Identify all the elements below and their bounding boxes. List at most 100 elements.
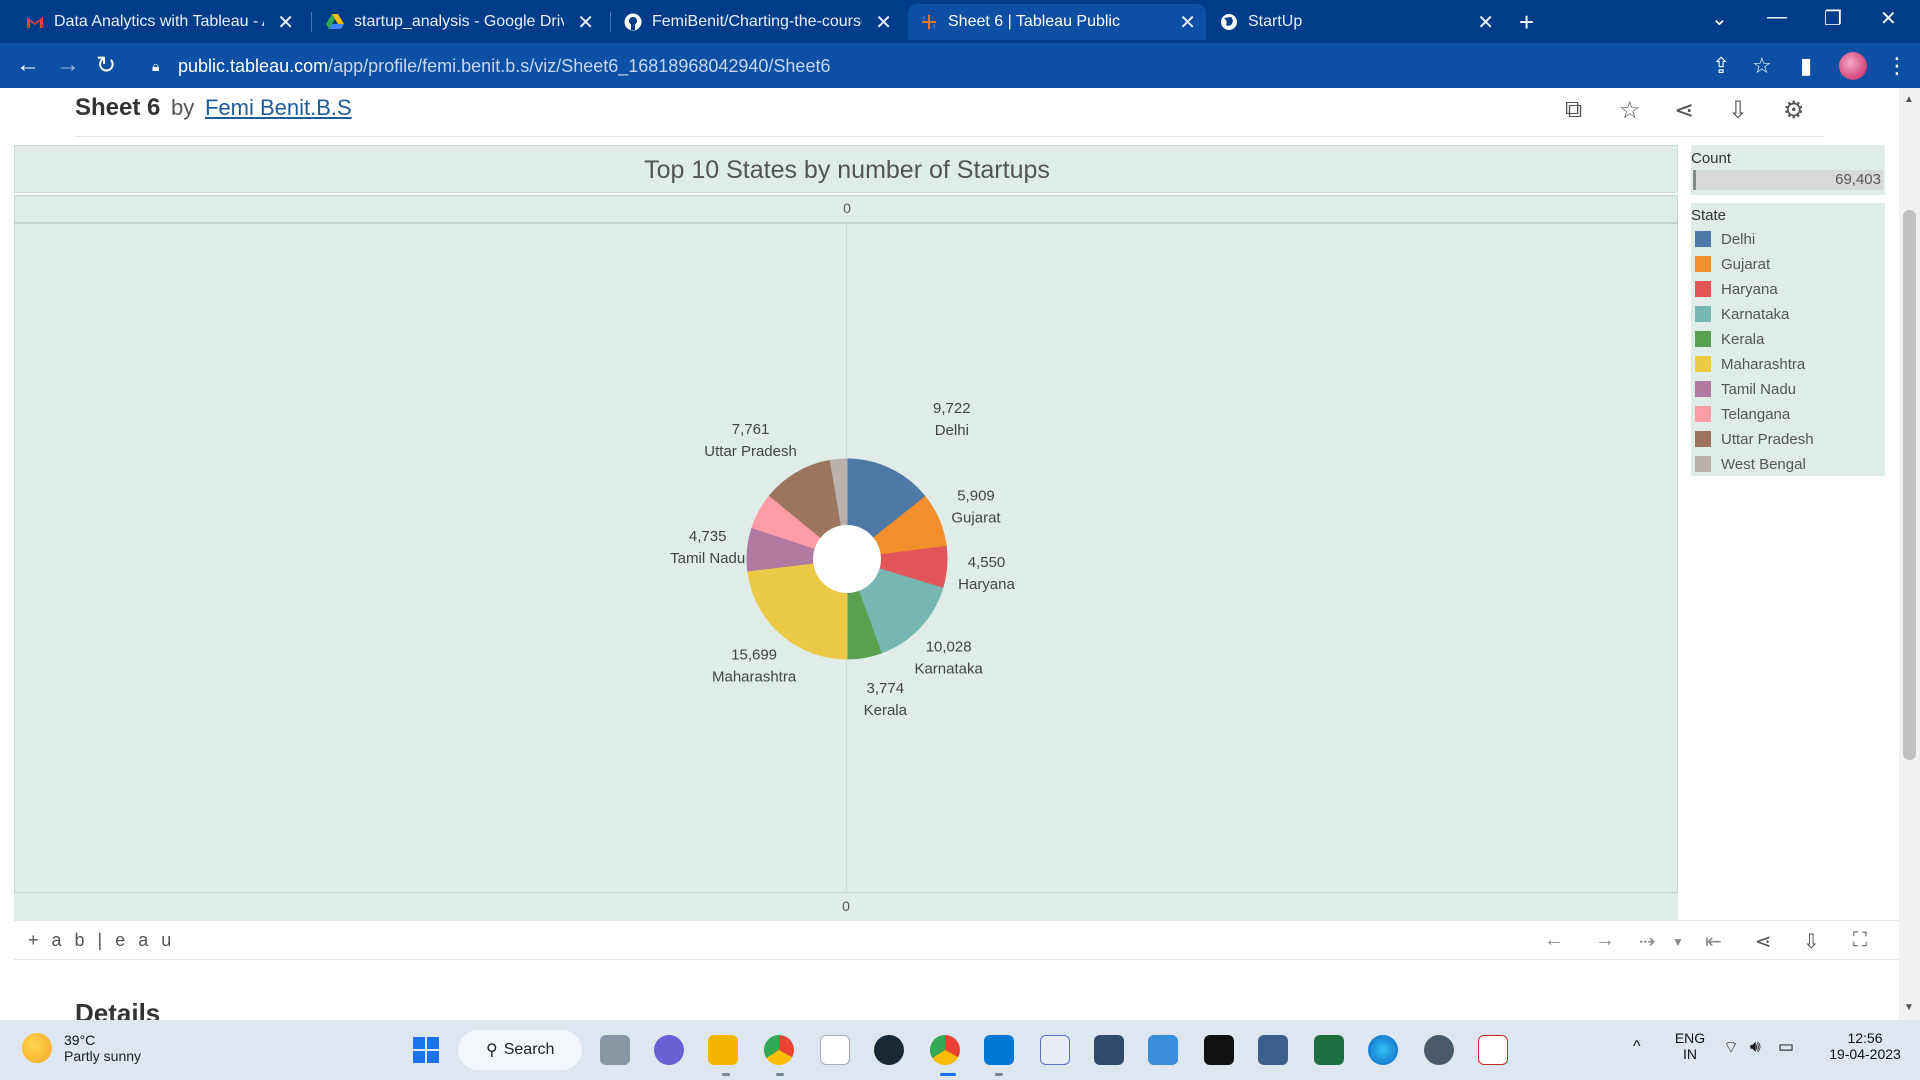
fullscreen-icon[interactable]: ⛶ — [1853, 929, 1867, 952]
legend-item-west-bengal[interactable]: West Bengal — [1695, 454, 1806, 474]
tab-github[interactable]: FemiBenit/Charting-the-course-o ✕ — [612, 4, 902, 40]
url-host: public.tableau.com — [178, 56, 329, 76]
undo-icon[interactable]: ← — [1544, 929, 1564, 952]
page-scrollbar[interactable]: ▲ ▼ — [1899, 88, 1920, 1020]
copy-icon[interactable]: ⧉ — [1565, 96, 1582, 124]
count-legend-title: Count — [1691, 150, 1732, 167]
tab-google-drive[interactable]: startup_analysis - Google Drive ✕ — [314, 4, 604, 40]
clock[interactable]: 12:56 19-04-2023 — [1820, 1030, 1910, 1062]
mysql-workbench-icon[interactable] — [1094, 1035, 1124, 1065]
download-icon[interactable]: ⇩ — [1728, 96, 1748, 125]
legend-swatch — [1695, 256, 1711, 272]
language-top: ENG — [1674, 1030, 1706, 1046]
close-icon[interactable]: ✕ — [1179, 10, 1196, 35]
weather-widget[interactable]: 39°C Partly sunny — [22, 1032, 141, 1064]
settings-gear-icon[interactable] — [1424, 1035, 1454, 1065]
author-link[interactable]: Femi Benit.B.S — [205, 95, 352, 120]
chrome-active-icon[interactable] — [930, 1035, 960, 1065]
minimize-button[interactable]: — — [1767, 6, 1787, 29]
close-icon[interactable]: ✕ — [277, 10, 294, 35]
excel-icon[interactable] — [1314, 1035, 1344, 1065]
side-panel-icon[interactable]: ▮ — [1800, 53, 1812, 79]
close-window-button[interactable]: ✕ — [1880, 6, 1897, 31]
tab-startup[interactable]: StartUp ✕ — [1208, 4, 1504, 40]
edge-icon[interactable] — [1368, 1035, 1398, 1065]
battery-icon[interactable]: ▭ — [1778, 1037, 1794, 1057]
share-icon[interactable]: ⇪ — [1712, 53, 1730, 79]
reset-icon[interactable]: ⇤ — [1705, 929, 1722, 954]
legend-item-haryana[interactable]: Haryana — [1695, 279, 1778, 299]
file-explorer-icon[interactable] — [708, 1035, 738, 1065]
legend-item-maharashtra[interactable]: Maharashtra — [1695, 354, 1805, 374]
wifi-icon[interactable]: ⌔ — [1723, 1037, 1739, 1058]
slice-name-label: Maharashtra — [712, 669, 797, 686]
favorite-star-icon[interactable]: ☆ — [1619, 96, 1641, 125]
gmail-icon — [26, 13, 44, 31]
close-icon[interactable]: ✕ — [577, 10, 594, 35]
chevron-up-icon[interactable]: ^ — [1633, 1038, 1641, 1056]
tab-search-chevron-icon[interactable]: ⌄ — [1711, 6, 1728, 31]
menu-dots-icon[interactable]: ⋮ — [1886, 53, 1908, 79]
tableau-logo[interactable]: + a b | e a u — [28, 930, 175, 951]
legend-item-tamil-nadu[interactable]: Tamil Nadu — [1695, 379, 1796, 399]
tableau-toolbar: + a b | e a u ← → ⇢ ▼ ⇤ ⋖ ⇩ ⛶ — [14, 920, 1899, 960]
restore-button[interactable]: ❐ — [1824, 6, 1842, 31]
task-view-icon[interactable] — [600, 1035, 630, 1065]
share-icon[interactable]: ⋖ — [1674, 96, 1694, 125]
running-indicator — [995, 1073, 1003, 1076]
legend-item-delhi[interactable]: Delhi — [1695, 229, 1755, 249]
vscode-icon[interactable] — [984, 1035, 1014, 1065]
chrome-icon[interactable] — [764, 1035, 794, 1065]
scroll-up-arrow-icon[interactable]: ▲ — [1904, 94, 1914, 105]
bookmark-star-icon[interactable]: ☆ — [1752, 53, 1772, 79]
by-label: by — [171, 95, 195, 120]
taskbar-search-box[interactable]: ⚲ Search — [458, 1030, 582, 1070]
profile-avatar[interactable] — [1839, 52, 1867, 80]
teams-chat-icon[interactable] — [654, 1035, 684, 1065]
tab-gmail[interactable]: Data Analytics with Tableau - AM ✕ — [14, 4, 304, 40]
lock-icon[interactable]: 🔒︎ — [152, 58, 159, 75]
share-icon[interactable]: ⋖ — [1755, 929, 1772, 954]
pie-chart: 9,722 Delhi 5,909 Gujarat 4,550 Haryana 10,028… — [670, 400, 1015, 719]
sql-tool-icon[interactable] — [1148, 1035, 1178, 1065]
redo-icon[interactable]: → — [1595, 929, 1615, 952]
forward-arrow-icon[interactable]: → — [56, 51, 80, 79]
tab-tableau-sheet6[interactable]: Sheet 6 | Tableau Public ✕ — [908, 4, 1206, 40]
scroll-down-arrow-icon[interactable]: ▼ — [1904, 1002, 1914, 1013]
partly-sunny-icon — [22, 1033, 52, 1063]
volume-icon[interactable]: 🔊︎ — [1750, 1037, 1761, 1057]
legend-label: Haryana — [1721, 280, 1778, 298]
revert-icon[interactable]: ⇢ — [1639, 929, 1656, 954]
legend-item-karnataka[interactable]: Karnataka — [1695, 304, 1789, 324]
legend-item-kerala[interactable]: Kerala — [1695, 329, 1764, 349]
legend-panel: Count 69,403 State Delhi Gujarat Haryana Ka… — [1691, 145, 1885, 476]
back-arrow-icon[interactable]: ← — [16, 51, 40, 79]
database-tool-icon[interactable] — [1258, 1035, 1288, 1065]
slice-value-label: 7,761 — [732, 421, 770, 438]
tab-title: Data Analytics with Tableau - AM — [54, 13, 264, 30]
tableau-app-icon[interactable] — [1040, 1035, 1070, 1065]
close-icon[interactable]: ✕ — [875, 10, 892, 35]
donut-hole — [813, 525, 881, 593]
terminal-icon[interactable] — [1204, 1035, 1234, 1065]
tableau-icon — [920, 13, 938, 31]
chevron-down-icon[interactable]: ▼ — [1672, 935, 1684, 949]
settings-gear-icon[interactable]: ⚙ — [1783, 96, 1805, 125]
notepad-icon[interactable] — [820, 1035, 850, 1065]
reload-icon[interactable]: ↻ — [96, 51, 116, 80]
legend-item-telangana[interactable]: Telangana — [1695, 404, 1790, 424]
legend-item-uttar-pradesh[interactable]: Uttar Pradesh — [1695, 429, 1814, 449]
url-field[interactable]: public.tableau.com/app/profile/femi.beni… — [178, 56, 830, 77]
scroll-thumb[interactable] — [1903, 210, 1916, 760]
snipping-tool-icon[interactable] — [1478, 1035, 1508, 1065]
slice-label: 3,774 Kerala — [864, 680, 908, 719]
steam-icon[interactable] — [874, 1035, 904, 1065]
download-icon[interactable]: ⇩ — [1803, 929, 1820, 954]
legend-item-gujarat[interactable]: Gujarat — [1695, 254, 1770, 274]
plot-area: 9,722 Delhi 5,909 Gujarat 4,550 Haryana 10,028… — [14, 223, 1678, 894]
close-icon[interactable]: ✕ — [1477, 10, 1494, 35]
language-indicator[interactable]: ENG IN — [1670, 1030, 1710, 1062]
windows-start-icon[interactable] — [411, 1035, 441, 1065]
slice-label: 15,699 Maharashtra — [712, 647, 797, 686]
new-tab-button[interactable]: + — [1519, 7, 1534, 38]
